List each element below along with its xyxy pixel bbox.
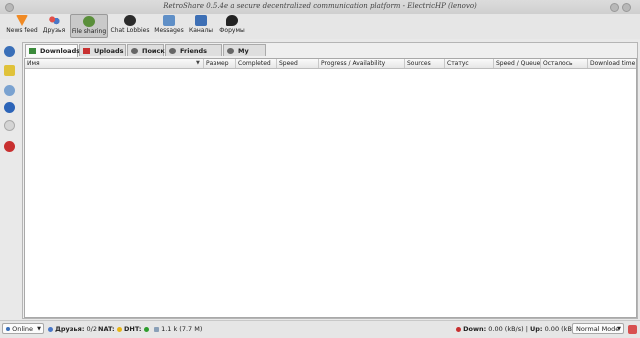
search-icon	[131, 48, 138, 54]
dht-indicator-icon	[143, 326, 149, 332]
add-share-icon[interactable]	[4, 65, 15, 76]
column-label: Progress / Availability	[321, 60, 386, 67]
quick-action-sidebar	[0, 40, 20, 317]
column-label: Sources	[407, 60, 431, 67]
forums-icon	[226, 15, 238, 26]
bandwidth-icon	[456, 326, 461, 332]
column-header-sources[interactable]: Sources	[405, 59, 445, 68]
my-files-icon	[227, 48, 234, 54]
table-header: Имя ▼ Размер Completed Speed Progress / …	[25, 59, 636, 69]
dht-label: DHT:	[124, 325, 142, 333]
column-label: Осталось	[543, 60, 573, 67]
column-header-remaining[interactable]: Осталось	[541, 59, 588, 68]
toolbar-chat-lobbies[interactable]: Chat Lobbies	[110, 14, 150, 38]
toolbar-friends[interactable]: Друзья	[40, 14, 68, 38]
tab-label: Downloads	[40, 47, 81, 55]
column-header-speed-queue[interactable]: Speed / Queue	[494, 59, 541, 68]
column-header-download-time[interactable]: Download time	[588, 59, 636, 68]
channels-icon	[195, 15, 207, 26]
title-bar: RetroShare 0.5.4e a secure decentralized…	[0, 0, 640, 15]
sort-down-icon: ▼	[196, 60, 200, 66]
column-label: Speed	[279, 60, 298, 67]
file-sharing-icon	[83, 16, 95, 27]
tab-my-files[interactable]: My files	[223, 44, 266, 67]
column-label: Размер	[206, 60, 229, 67]
friends-icon	[48, 326, 53, 332]
down-label: Down:	[463, 325, 487, 333]
mode-select-value: Normal Mode	[576, 325, 620, 333]
download-icon	[29, 48, 36, 54]
column-label: Completed	[238, 60, 271, 67]
toolbar-label: Messages	[154, 27, 184, 34]
column-header-name[interactable]: Имя	[25, 59, 204, 68]
column-label: Speed / Queue	[496, 60, 541, 67]
sound-toggle-icon[interactable]	[628, 325, 637, 334]
column-label: Статус	[447, 60, 469, 67]
toolbar-file-sharing[interactable]: File sharing	[70, 14, 108, 38]
friends-label: Друзья:	[55, 325, 85, 333]
chevron-down-icon: ▼	[37, 326, 41, 332]
status-select-value: Online	[12, 325, 34, 333]
tab-search[interactable]: Поиск	[127, 44, 165, 56]
friends-status: Друзья: 0/2	[48, 325, 97, 333]
nat-status: NAT:	[98, 325, 122, 333]
tab-uploads[interactable]: Uploads	[79, 44, 126, 56]
status-select[interactable]: Online ▼	[2, 323, 44, 334]
file-sharing-panel: Downloads Uploads Поиск Friends files My…	[22, 42, 638, 319]
toolbar-label: File sharing	[71, 28, 107, 35]
up-label: Up:	[530, 325, 543, 333]
chevron-down-icon: ▼	[617, 326, 621, 332]
toolbar-label: Каналы	[188, 27, 214, 34]
column-header-completed[interactable]: Completed	[236, 59, 277, 68]
dht-peers: 1.1 k (7.7 M)	[154, 325, 202, 333]
info-icon[interactable]	[4, 102, 15, 113]
column-header-size[interactable]: Размер	[204, 59, 236, 68]
upload-icon	[83, 48, 90, 54]
down-value: 0.00 (kB/s)	[488, 325, 524, 333]
column-header-speed[interactable]: Speed	[277, 59, 319, 68]
mode-select[interactable]: Normal Mode ▼	[572, 323, 624, 334]
minimize-button[interactable]	[610, 3, 619, 12]
column-label: Download time	[590, 60, 636, 67]
user-icon	[6, 327, 10, 331]
friends-files-icon	[169, 48, 176, 54]
toolbar-label: Форумы	[219, 27, 245, 34]
network-peers-icon	[154, 326, 159, 332]
tab-friends-files[interactable]: Friends files	[165, 44, 222, 67]
bandwidth-status: Down: 0.00 (kB/s) | Up: 0.00 (kB/s)	[456, 325, 580, 333]
friends-count: 0/2	[86, 325, 97, 333]
toolbar-label: Chat Lobbies	[110, 27, 150, 34]
column-header-status[interactable]: Статус	[445, 59, 494, 68]
toolbar-messages[interactable]: Messages	[153, 14, 185, 38]
dht-peers-value: 1.1 k (7.7 M)	[161, 325, 203, 333]
tab-label: Uploads	[94, 47, 124, 55]
network-icon[interactable]	[4, 85, 15, 96]
main-toolbar: News feed Друзья File sharing Chat Lobbi…	[0, 14, 640, 39]
friends-icon	[48, 15, 60, 26]
dht-status: DHT:	[124, 325, 149, 333]
news-feed-icon	[16, 15, 28, 26]
messages-icon	[163, 15, 175, 26]
settings-icon[interactable]	[4, 120, 15, 131]
status-bar: Online ▼ Друзья: 0/2 NAT: DHT: 1.1 k (7.…	[0, 320, 640, 338]
toolbar-forums[interactable]: Форумы	[218, 14, 246, 38]
toolbar-label: Друзья	[42, 27, 66, 34]
toolbar-news-feed[interactable]: News feed	[5, 14, 39, 38]
toolbar-channels[interactable]: Каналы	[187, 14, 215, 38]
close-button[interactable]	[622, 3, 631, 12]
tab-label: Поиск	[142, 47, 165, 55]
tab-downloads[interactable]: Downloads	[25, 44, 81, 57]
quit-icon[interactable]	[4, 141, 15, 152]
nat-indicator-icon	[116, 326, 122, 332]
toolbar-label: News feed	[6, 27, 38, 34]
nat-label: NAT:	[98, 325, 115, 333]
chat-lobbies-icon	[124, 15, 136, 26]
add-friend-icon[interactable]	[4, 46, 15, 57]
downloads-table[interactable]: Имя ▼ Размер Completed Speed Progress / …	[24, 58, 637, 318]
window-title: RetroShare 0.5.4e a secure decentralized…	[163, 2, 477, 10]
column-header-progress[interactable]: Progress / Availability	[319, 59, 405, 68]
column-label: Имя	[27, 60, 40, 67]
